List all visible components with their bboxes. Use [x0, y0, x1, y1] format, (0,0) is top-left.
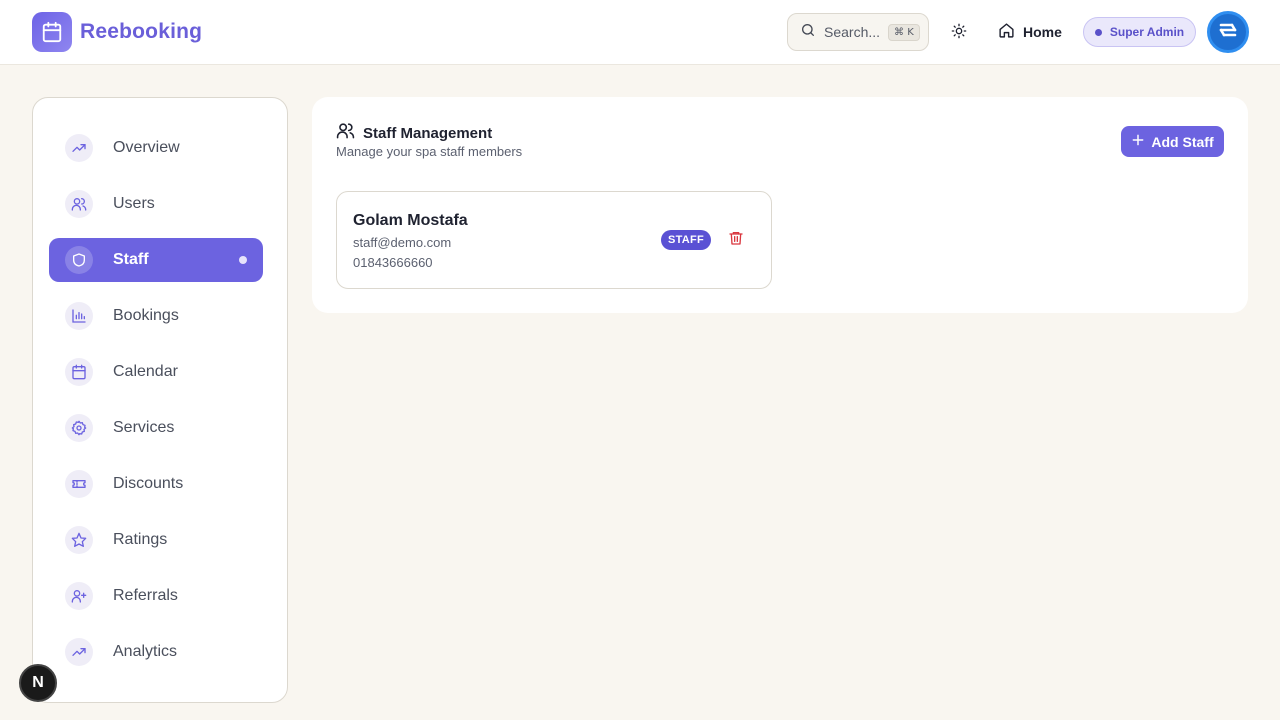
ticket-icon	[65, 470, 93, 498]
shield-icon	[65, 246, 93, 274]
staff-card: Golam Mostafa staff@demo.com 01843666660…	[336, 191, 772, 289]
staff-management-panel: Staff Management Manage your spa staff m…	[312, 97, 1248, 313]
sidebar-item-label: Users	[113, 195, 155, 212]
sidebar-item-staff[interactable]: Staff	[49, 238, 263, 282]
role-badge: Super Admin	[1083, 17, 1196, 47]
sidebar-item-label: Referrals	[113, 587, 178, 604]
user-plus-icon	[65, 582, 93, 610]
brand-name: Reebooking	[80, 20, 203, 43]
sidebar-item-label: Ratings	[113, 531, 168, 548]
sidebar-item-bookings[interactable]: Bookings	[49, 294, 263, 338]
avatar[interactable]	[1207, 11, 1249, 53]
sidebar: Overview Users Staff Bookings Calendar S…	[32, 97, 288, 703]
sidebar-item-overview[interactable]: Overview	[49, 126, 263, 170]
role-badge: STAFF	[661, 230, 711, 250]
sidebar-item-label: Services	[113, 419, 175, 436]
calendar-icon	[65, 358, 93, 386]
staff-phone: 01843666660	[353, 255, 433, 270]
search-shortcut: ⌘ K	[888, 23, 920, 41]
plus-icon	[1131, 133, 1145, 150]
add-staff-label: Add Staff	[1151, 133, 1214, 150]
sidebar-item-users[interactable]: Users	[49, 182, 263, 226]
sidebar-item-services[interactable]: Services	[49, 406, 263, 450]
users-icon	[65, 190, 93, 218]
top-bar: Reebooking Search... ⌘ K Home Super Admi…	[0, 0, 1280, 65]
trending-up-icon	[65, 638, 93, 666]
search-placeholder: Search...	[824, 24, 881, 40]
role-label: Super Admin	[1109, 25, 1185, 39]
sidebar-item-calendar[interactable]: Calendar	[49, 350, 263, 394]
bar-chart-icon	[65, 302, 93, 330]
gear-icon	[65, 414, 93, 442]
trending-up-icon	[65, 134, 93, 162]
users-icon	[336, 121, 355, 145]
home-label: Home	[1023, 24, 1062, 40]
staff-email: staff@demo.com	[353, 235, 452, 250]
theme-toggle-button[interactable]	[946, 20, 972, 46]
page-title: Staff Management	[336, 121, 492, 145]
search-icon	[800, 22, 816, 43]
search-box[interactable]: Search... ⌘ K	[787, 13, 929, 51]
home-link[interactable]: Home	[998, 22, 1062, 42]
staff-name: Golam Mostafa	[353, 212, 468, 229]
sidebar-item-label: Overview	[113, 139, 180, 156]
page-subtitle: Manage your spa staff members	[336, 144, 523, 159]
sidebar-item-label: Discounts	[113, 475, 184, 492]
star-icon	[65, 526, 93, 554]
sidebar-item-referrals[interactable]: Referrals	[49, 574, 263, 618]
sidebar-item-label: Analytics	[113, 643, 178, 660]
user-logo-icon	[1216, 18, 1240, 47]
role-dot	[1094, 28, 1102, 36]
sidebar-item-ratings[interactable]: Ratings	[49, 518, 263, 562]
calendar-logo-icon	[32, 12, 72, 52]
sidebar-item-analytics[interactable]: Analytics	[49, 630, 263, 674]
sidebar-item-label: Calendar	[113, 363, 178, 380]
add-staff-button[interactable]: Add Staff	[1121, 126, 1224, 157]
sidebar-item-label: Bookings	[113, 307, 179, 324]
trash-icon	[728, 230, 744, 251]
page-title-text: Staff Management	[363, 124, 493, 142]
sidebar-item-label: Staff	[113, 251, 149, 268]
brand[interactable]: Reebooking	[32, 12, 202, 52]
dev-tools-badge[interactable]: N	[19, 664, 57, 702]
active-indicator	[239, 256, 247, 264]
delete-staff-button[interactable]	[727, 231, 745, 249]
home-icon	[998, 22, 1015, 42]
sidebar-item-discounts[interactable]: Discounts	[49, 462, 263, 506]
sun-icon	[951, 23, 967, 44]
